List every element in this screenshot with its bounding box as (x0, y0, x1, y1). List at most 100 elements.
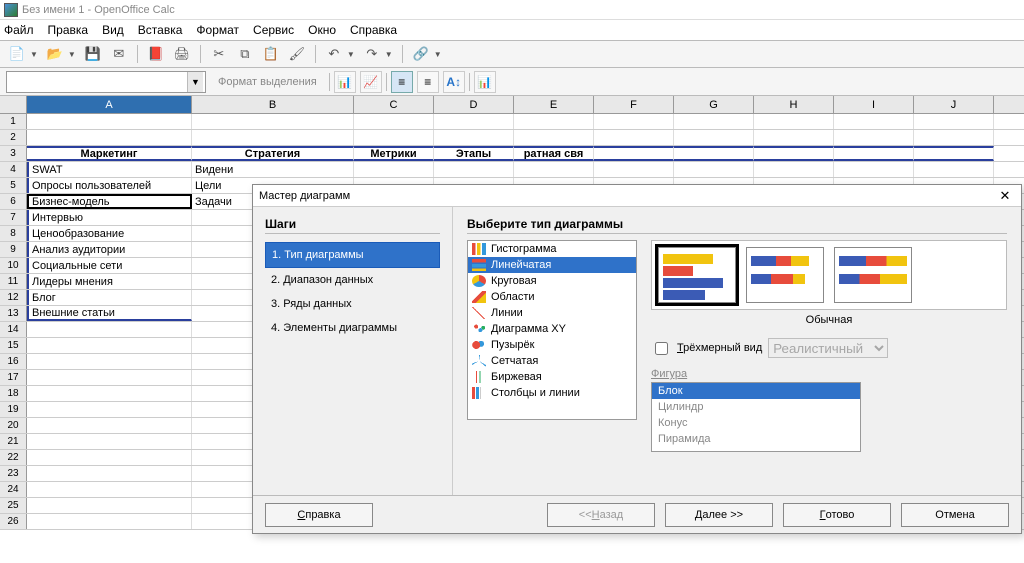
cell[interactable] (27, 466, 192, 481)
menubar[interactable]: Файл Правка Вид Вставка Формат Сервис Ок… (0, 20, 1024, 40)
cell[interactable]: ратная свя (514, 146, 594, 161)
row-header[interactable]: 2 (0, 130, 27, 145)
export-pdf-button[interactable]: 📕 (145, 43, 167, 65)
row-header[interactable]: 4 (0, 162, 27, 177)
menu-insert[interactable]: Вставка (138, 23, 183, 37)
close-icon[interactable]: ✕ (995, 188, 1015, 204)
row-header[interactable]: 13 (0, 306, 27, 321)
cell[interactable] (27, 354, 192, 369)
col-header-C[interactable]: C (354, 96, 434, 113)
cell[interactable] (754, 114, 834, 129)
row-header[interactable]: 20 (0, 418, 27, 433)
row-header[interactable]: 3 (0, 146, 27, 161)
row-header[interactable]: 17 (0, 370, 27, 385)
row-header[interactable]: 16 (0, 354, 27, 369)
cell[interactable] (594, 130, 674, 145)
paste-button[interactable]: 📋 (260, 43, 282, 65)
menu-tools[interactable]: Сервис (253, 23, 294, 37)
col-header-E[interactable]: E (514, 96, 594, 113)
menu-window[interactable]: Окно (308, 23, 336, 37)
row-header[interactable]: 24 (0, 482, 27, 497)
menu-help[interactable]: Справка (350, 23, 397, 37)
cell[interactable] (434, 114, 514, 129)
chart-type-item[interactable]: Линейчатая (468, 257, 636, 273)
table-row[interactable]: 1 (0, 114, 1024, 130)
cell[interactable]: Видени (192, 162, 354, 177)
menu-edit[interactable]: Правка (48, 23, 89, 37)
chart-type-item[interactable]: Пузырёк (468, 337, 636, 353)
wizard-step-list[interactable]: 1. Тип диаграммы 2. Диапазон данных 3. Р… (265, 242, 440, 340)
cell[interactable] (354, 162, 434, 177)
text-scale-button[interactable]: A↕ (443, 71, 465, 93)
col-header-B[interactable]: B (192, 96, 354, 113)
row-header[interactable]: 5 (0, 178, 27, 193)
cell[interactable] (27, 498, 192, 513)
chart-element-button[interactable]: 📊 (474, 71, 496, 93)
cell[interactable] (27, 482, 192, 497)
cell[interactable] (27, 402, 192, 417)
menu-format[interactable]: Формат (196, 23, 239, 37)
row-header[interactable]: 11 (0, 274, 27, 289)
wizard-step-2[interactable]: 2. Диапазон данных (265, 268, 440, 292)
shape-list[interactable]: Блок Цилиндр Конус Пирамида (651, 382, 861, 452)
cell[interactable] (192, 114, 354, 129)
align-left-button[interactable]: ≡ (391, 71, 413, 93)
cell[interactable] (754, 130, 834, 145)
dropdown-arrow-icon[interactable]: ▼ (347, 50, 355, 59)
shape-item[interactable]: Пирамида (652, 431, 860, 447)
col-header-A[interactable]: A (27, 96, 192, 113)
cell[interactable] (434, 130, 514, 145)
cell[interactable] (914, 162, 994, 177)
cell[interactable]: Этапы (434, 146, 514, 161)
wizard-step-4[interactable]: 4. Элементы диаграммы (265, 316, 440, 340)
row-header[interactable]: 8 (0, 226, 27, 241)
open-button[interactable]: 📂 (44, 43, 66, 65)
cell[interactable] (674, 130, 754, 145)
cell[interactable] (27, 514, 192, 529)
cell[interactable]: Блог (27, 290, 192, 305)
cell[interactable] (354, 114, 434, 129)
cell[interactable] (914, 130, 994, 145)
cell[interactable] (834, 114, 914, 129)
chart-subtype-previews[interactable] (651, 240, 1007, 310)
chart-type-list[interactable]: Гистограмма Линейчатая Круговая Области … (467, 240, 637, 420)
dropdown-arrow-icon[interactable]: ▼ (68, 50, 76, 59)
new-doc-button[interactable]: 📄 (6, 43, 28, 65)
cell[interactable]: Метрики (354, 146, 434, 161)
cell[interactable]: Стратегия (192, 146, 354, 161)
row-header[interactable]: 22 (0, 450, 27, 465)
save-button[interactable]: 💾 (82, 43, 104, 65)
row-header[interactable]: 6 (0, 194, 27, 209)
cell[interactable] (834, 130, 914, 145)
cell[interactable] (354, 130, 434, 145)
row-header[interactable]: 7 (0, 210, 27, 225)
cell[interactable] (594, 146, 674, 161)
print-button[interactable]: 🖨 (171, 43, 193, 65)
row-header[interactable]: 19 (0, 402, 27, 417)
row-header[interactable]: 10 (0, 258, 27, 273)
chart-type-item[interactable]: Столбцы и линии (468, 385, 636, 401)
wizard-step-1[interactable]: 1. Тип диаграммы (265, 242, 440, 268)
email-button[interactable]: ✉ (108, 43, 130, 65)
copy-button[interactable]: ⧉ (234, 43, 256, 65)
row-header[interactable]: 1 (0, 114, 27, 129)
align-center-button[interactable]: ≡ (417, 71, 439, 93)
shape-item[interactable]: Блок (652, 383, 860, 399)
cell[interactable] (27, 370, 192, 385)
undo-button[interactable]: ↶ (323, 43, 345, 65)
chart-type-item[interactable]: Круговая (468, 273, 636, 289)
row-header[interactable]: 9 (0, 242, 27, 257)
chart-subtype-preview[interactable] (746, 247, 824, 303)
col-header-I[interactable]: I (834, 96, 914, 113)
cell[interactable]: Маркетинг (27, 146, 192, 161)
cell[interactable] (27, 418, 192, 433)
cell[interactable] (192, 130, 354, 145)
chart-type-item[interactable]: Биржевая (468, 369, 636, 385)
chart-subtype-preview[interactable] (834, 247, 912, 303)
cell[interactable] (674, 114, 754, 129)
cell[interactable] (27, 322, 192, 337)
cell[interactable] (594, 162, 674, 177)
cell[interactable] (754, 146, 834, 161)
cell[interactable]: Внешние статьи (27, 306, 192, 321)
chart-type-item[interactable]: Гистограмма (468, 241, 636, 257)
